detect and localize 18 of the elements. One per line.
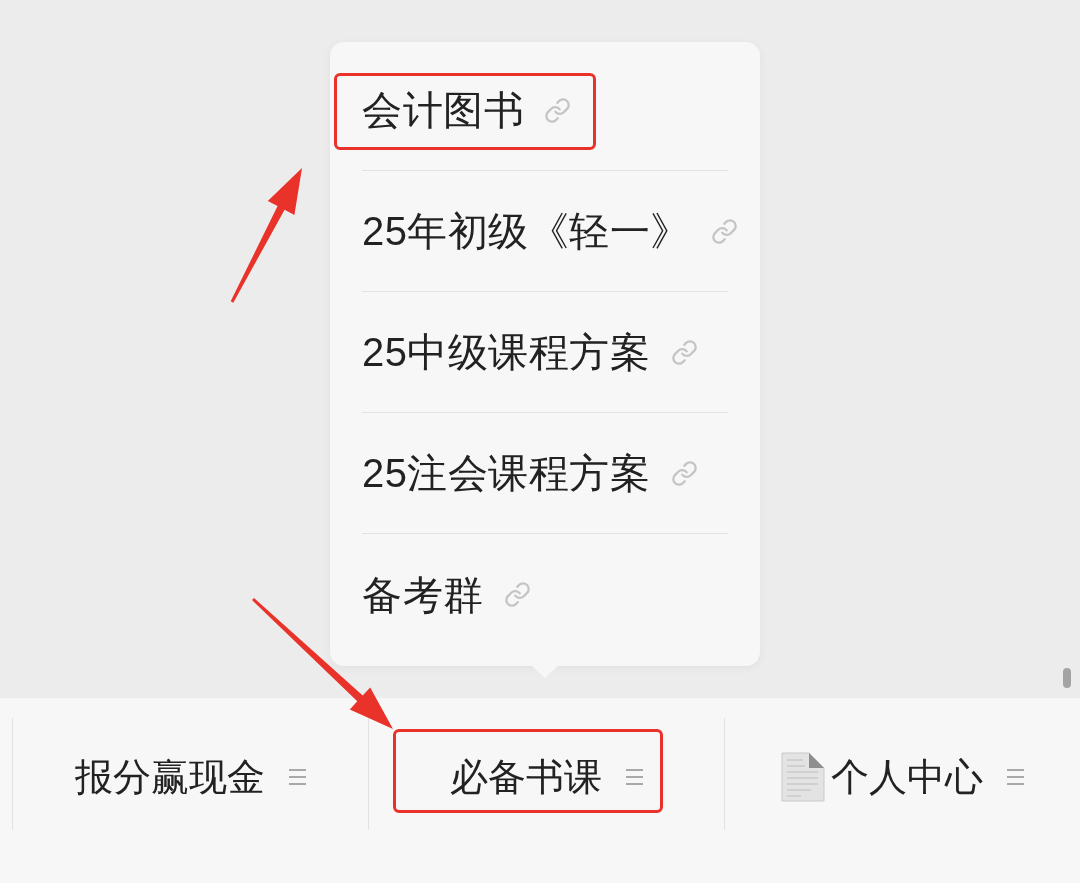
menu-item[interactable]: 25中级课程方案 xyxy=(362,332,698,372)
menu-icon xyxy=(289,768,306,785)
link-icon xyxy=(670,338,698,366)
scrollbar-thumb[interactable] xyxy=(1063,668,1071,688)
menu-icon xyxy=(1007,768,1024,785)
link-icon xyxy=(670,459,698,487)
menu-item[interactable]: 25注会课程方案 xyxy=(362,453,698,493)
link-icon xyxy=(503,581,531,608)
menu-item[interactable]: 会计图书 xyxy=(362,90,571,130)
menu-icon xyxy=(626,768,643,785)
tab[interactable]: 必备书课 xyxy=(450,757,643,796)
link-icon xyxy=(544,96,571,124)
document-icon xyxy=(781,751,825,802)
tab[interactable]: 报分赢现金 xyxy=(75,757,306,796)
menu-item[interactable]: 25年初级《轻一》 xyxy=(362,211,738,251)
menu-item[interactable]: 备考群 xyxy=(362,574,531,615)
tab[interactable]: 个人中心 xyxy=(781,751,1024,802)
link-icon xyxy=(711,217,738,245)
